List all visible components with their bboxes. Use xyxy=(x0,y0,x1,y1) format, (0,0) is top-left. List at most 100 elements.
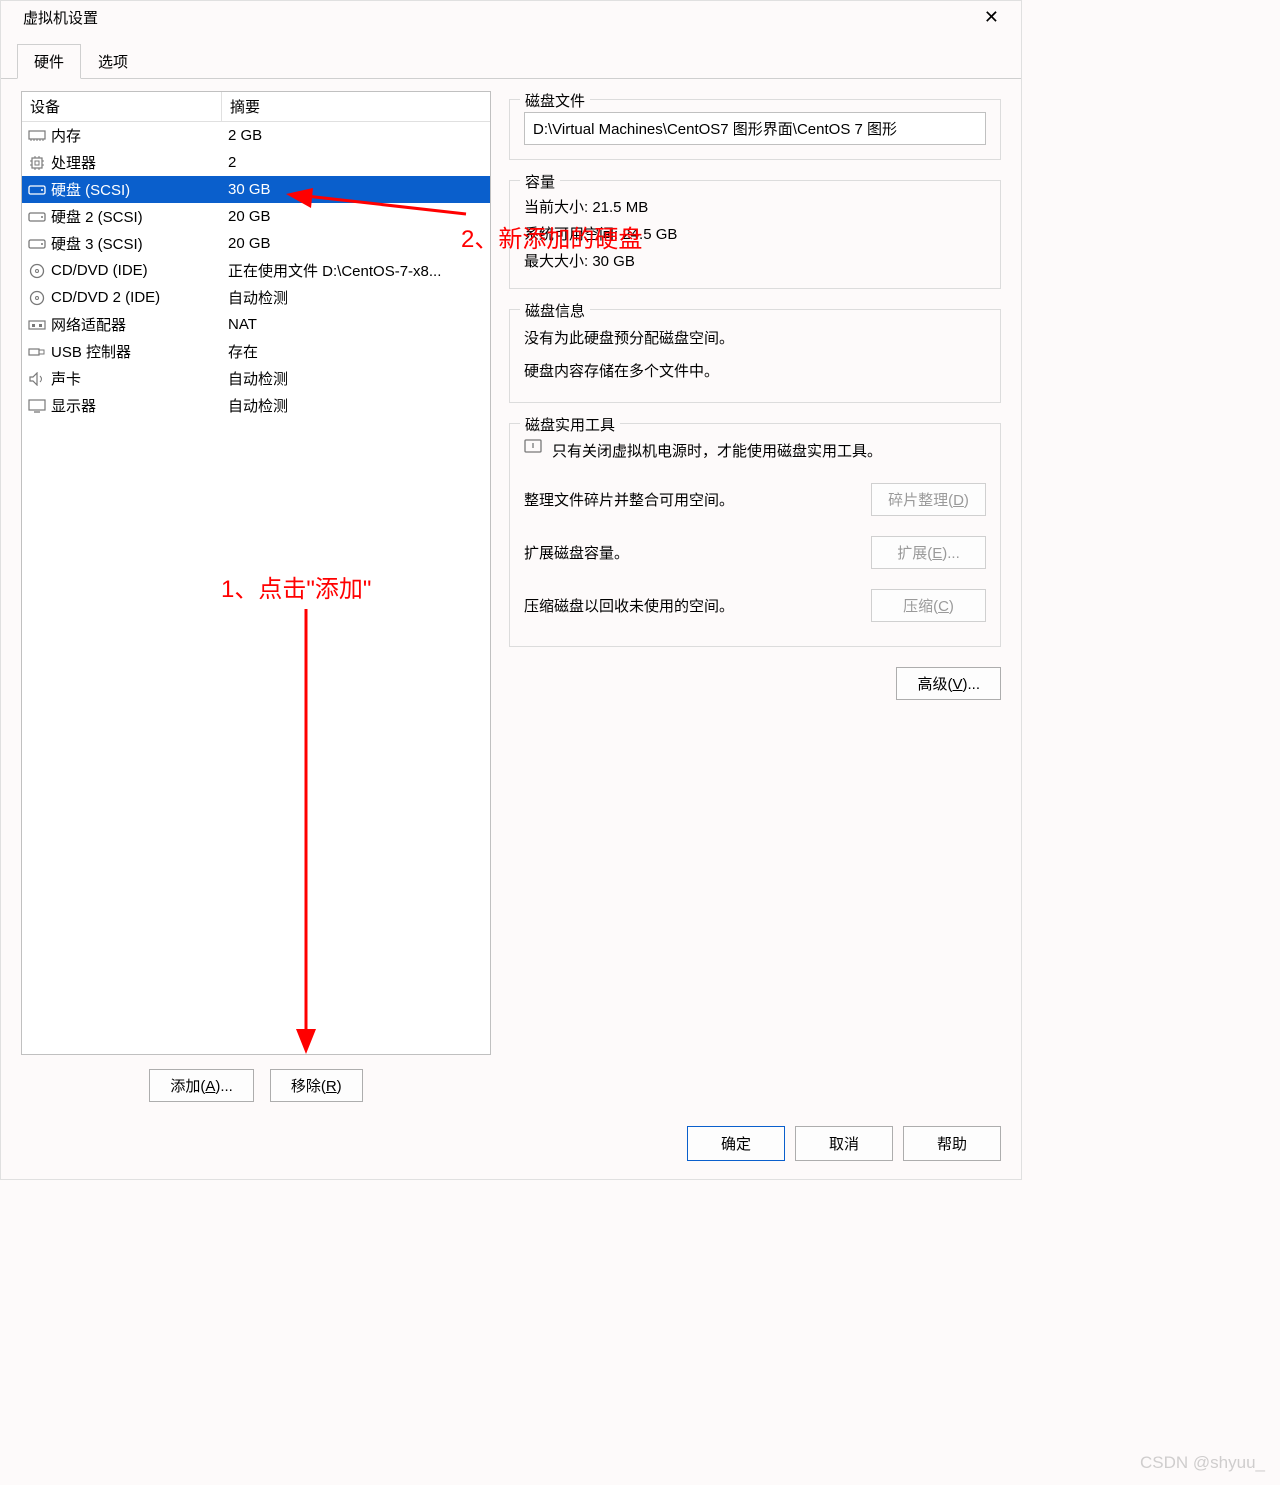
sound-icon xyxy=(28,372,46,386)
device-name: CD/DVD 2 (IDE) xyxy=(51,289,160,306)
remove-button[interactable]: 移除(R) xyxy=(270,1069,363,1102)
add-button[interactable]: 添加(A)... xyxy=(149,1069,254,1102)
device-cell: CD/DVD (IDE) xyxy=(22,260,222,281)
max-size: 最大大小: 30 GB xyxy=(524,247,986,274)
device-name: 硬盘 3 (SCSI) xyxy=(51,233,143,254)
device-list: 设备 摘要 内存2 GB处理器2硬盘 (SCSI)30 GB硬盘 2 (SCSI… xyxy=(21,91,491,1055)
device-cell: 硬盘 (SCSI) xyxy=(22,177,222,202)
compact-button[interactable]: 压缩(C) xyxy=(871,589,986,622)
device-cell: CD/DVD 2 (IDE) xyxy=(22,287,222,308)
window-title: 虚拟机设置 xyxy=(23,7,98,28)
device-name: 网络适配器 xyxy=(51,314,126,335)
memory-icon xyxy=(28,129,46,143)
device-summary: 正在使用文件 D:\CentOS-7-x8... xyxy=(222,258,490,283)
util-defrag-row: 整理文件碎片并整合可用空间。 碎片整理(D) xyxy=(524,473,986,526)
device-cell: 显示器 xyxy=(22,393,222,418)
device-summary: 2 GB xyxy=(222,125,490,146)
device-row[interactable]: 网络适配器 NAT xyxy=(22,311,490,338)
disk-icon xyxy=(28,237,46,251)
help-button[interactable]: 帮助 xyxy=(903,1126,1001,1161)
cpu-icon xyxy=(28,156,46,170)
group-capacity: 容量 当前大小: 21.5 MB 系统可用空间: 24.5 GB 最大大小: 3… xyxy=(509,180,1001,289)
defrag-button[interactable]: 碎片整理(D) xyxy=(871,483,986,516)
vm-settings-window: 虚拟机设置 ✕ 硬件 选项 设备 摘要 内存 2 GB 处理器 2 硬盘 (SCSI)3… xyxy=(0,0,1022,1180)
watermark: CSDN @shyuu_ xyxy=(1140,1453,1265,1473)
device-summary: 自动检测 xyxy=(222,393,490,418)
disk-icon xyxy=(28,183,46,197)
device-name: USB 控制器 xyxy=(51,341,131,362)
device-summary: 20 GB xyxy=(222,206,490,227)
device-name: 内存 xyxy=(51,125,81,146)
device-buttons: 添加(A)... 移除(R) xyxy=(21,1055,491,1102)
cd-icon xyxy=(28,264,46,278)
disk-info-line2: 硬盘内容存储在多个文件中。 xyxy=(524,355,986,388)
device-name: 显示器 xyxy=(51,395,96,416)
device-summary: 存在 xyxy=(222,339,490,364)
device-summary: 20 GB xyxy=(222,233,490,254)
defrag-desc: 整理文件碎片并整合可用空间。 xyxy=(524,489,734,510)
device-cell: 内存 xyxy=(22,123,222,148)
device-list-header: 设备 摘要 xyxy=(22,92,490,122)
cd-icon xyxy=(28,291,46,305)
device-summary: 自动检测 xyxy=(222,285,490,310)
device-summary: 自动检测 xyxy=(222,366,490,391)
close-icon[interactable]: ✕ xyxy=(974,7,1009,28)
info-icon xyxy=(524,440,542,454)
advanced-button[interactable]: 高级(V)... xyxy=(896,667,1001,700)
utilities-note-text: 只有关闭虚拟机电源时，才能使用磁盘实用工具。 xyxy=(552,440,882,461)
device-name: CD/DVD (IDE) xyxy=(51,262,148,279)
util-expand-row: 扩展磁盘容量。 扩展(E)... xyxy=(524,526,986,579)
group-disk-info: 磁盘信息 没有为此硬盘预分配磁盘空间。 硬盘内容存储在多个文件中。 xyxy=(509,309,1001,403)
device-cell: 处理器 xyxy=(22,150,222,175)
device-cell: 网络适配器 xyxy=(22,312,222,337)
device-cell: 硬盘 2 (SCSI) xyxy=(22,204,222,229)
device-name: 硬盘 (SCSI) xyxy=(51,179,130,200)
device-name: 处理器 xyxy=(51,152,96,173)
add-label: 添加(A)... xyxy=(170,1078,233,1095)
device-row[interactable]: 内存 2 GB xyxy=(22,122,490,149)
device-rows: 内存 2 GB 处理器 2 硬盘 (SCSI)30 GB 硬盘 2 (SCSI) 20 GB… xyxy=(22,122,490,419)
ok-button[interactable]: 确定 xyxy=(687,1126,785,1161)
disk-icon xyxy=(28,210,46,224)
device-name: 硬盘 2 (SCSI) xyxy=(51,206,143,227)
device-row[interactable]: CD/DVD (IDE) 正在使用文件 D:\CentOS-7-x8... xyxy=(22,257,490,284)
disk-file-input[interactable]: D:\Virtual Machines\CentOS7 图形界面\CentOS … xyxy=(524,112,986,145)
net-icon xyxy=(28,318,46,332)
device-row[interactable]: USB 控制器 存在 xyxy=(22,338,490,365)
disk-file-title: 磁盘文件 xyxy=(520,90,590,111)
device-row[interactable]: 处理器 2 xyxy=(22,149,490,176)
device-name: 声卡 xyxy=(51,368,81,389)
device-summary: NAT xyxy=(222,314,490,335)
tab-hardware[interactable]: 硬件 xyxy=(17,44,81,79)
device-summary: 2 xyxy=(222,152,490,173)
header-device[interactable]: 设备 xyxy=(22,92,222,121)
device-row[interactable]: CD/DVD 2 (IDE) 自动检测 xyxy=(22,284,490,311)
device-row[interactable]: 硬盘 (SCSI)30 GB xyxy=(22,176,490,203)
right-panel: 磁盘文件 D:\Virtual Machines\CentOS7 图形界面\Ce… xyxy=(509,91,1001,1102)
header-summary[interactable]: 摘要 xyxy=(222,92,490,121)
group-utilities: 磁盘实用工具 只有关闭虚拟机电源时，才能使用磁盘实用工具。 整理文件碎片并整合可… xyxy=(509,423,1001,647)
cancel-button[interactable]: 取消 xyxy=(795,1126,893,1161)
display-icon xyxy=(28,399,46,413)
compact-desc: 压缩磁盘以回收未使用的空间。 xyxy=(524,595,734,616)
footer-buttons: 确定 取消 帮助 xyxy=(1,1114,1021,1179)
device-row[interactable]: 硬盘 3 (SCSI) 20 GB xyxy=(22,230,490,257)
group-disk-file: 磁盘文件 D:\Virtual Machines\CentOS7 图形界面\Ce… xyxy=(509,99,1001,160)
usb-icon xyxy=(28,345,46,359)
current-size: 当前大小: 21.5 MB xyxy=(524,193,986,220)
device-row[interactable]: 声卡 自动检测 xyxy=(22,365,490,392)
disk-info-line1: 没有为此硬盘预分配磁盘空间。 xyxy=(524,322,986,355)
tab-content: 设备 摘要 内存2 GB处理器2硬盘 (SCSI)30 GB硬盘 2 (SCSI… xyxy=(1,78,1021,1114)
expand-desc: 扩展磁盘容量。 xyxy=(524,542,629,563)
sys-free: 系统可用空间: 24.5 GB xyxy=(524,220,986,247)
device-cell: USB 控制器 xyxy=(22,339,222,364)
tab-options[interactable]: 选项 xyxy=(81,44,145,79)
expand-button[interactable]: 扩展(E)... xyxy=(871,536,986,569)
title-bar: 虚拟机设置 ✕ xyxy=(1,1,1021,36)
capacity-title: 容量 xyxy=(520,171,560,192)
tab-strip: 硬件 选项 xyxy=(1,36,1021,79)
device-cell: 硬盘 3 (SCSI) xyxy=(22,231,222,256)
utilities-title: 磁盘实用工具 xyxy=(520,414,620,435)
device-row[interactable]: 显示器 自动检测 xyxy=(22,392,490,419)
device-row[interactable]: 硬盘 2 (SCSI) 20 GB xyxy=(22,203,490,230)
